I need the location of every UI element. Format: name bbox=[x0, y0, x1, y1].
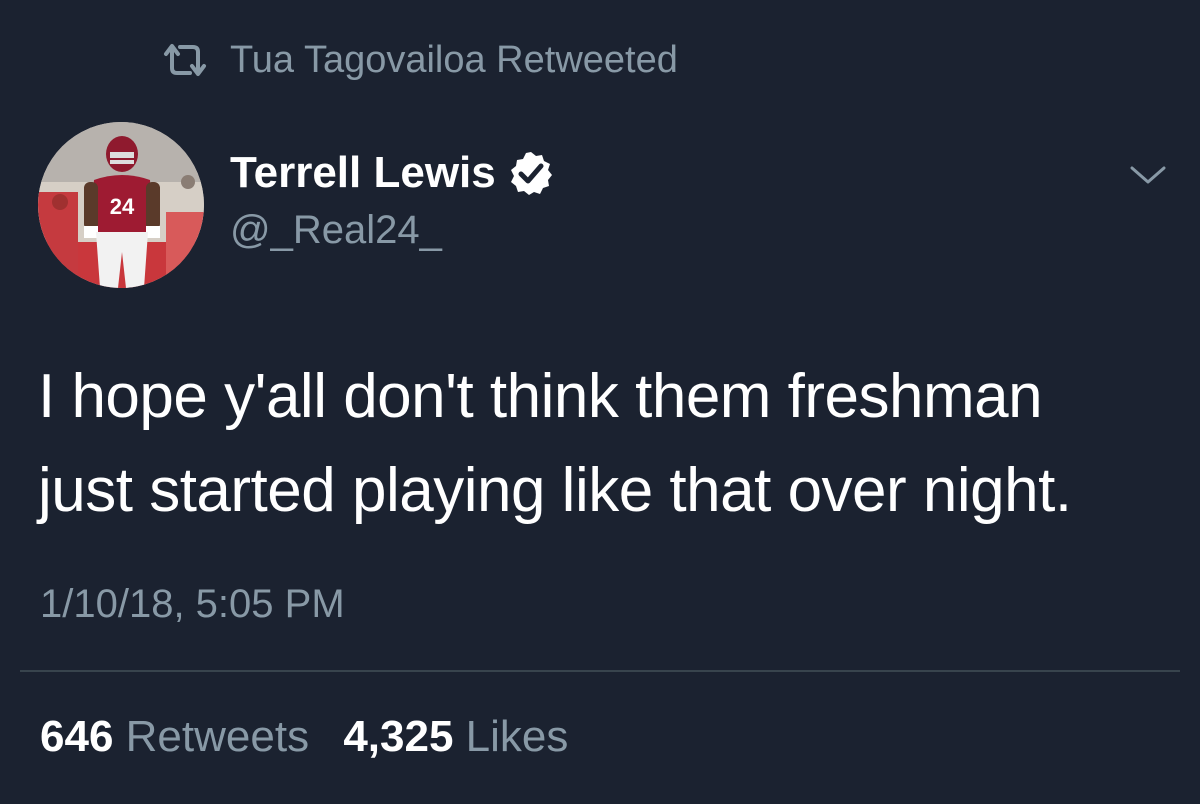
retweet-icon bbox=[164, 44, 206, 76]
avatar-image: 24 bbox=[38, 122, 204, 288]
avatar[interactable]: 24 bbox=[38, 122, 204, 288]
author-handle[interactable]: @_Real24_ bbox=[230, 208, 442, 253]
tweet-stats: 646 Retweets 4,325 Likes bbox=[40, 712, 590, 762]
tweet-text: I hope y'all don't think them freshman j… bbox=[38, 350, 1168, 538]
retweets-stat[interactable]: 646 Retweets bbox=[40, 712, 309, 762]
retweet-header[interactable]: Tua Tagovailoa Retweeted bbox=[160, 36, 678, 84]
chevron-down-icon[interactable] bbox=[1126, 160, 1170, 190]
retweets-label: Retweets bbox=[125, 712, 310, 761]
likes-label: Likes bbox=[465, 712, 569, 761]
likes-count: 4,325 bbox=[343, 712, 454, 761]
retweet-header-text: Tua Tagovailoa Retweeted bbox=[230, 38, 678, 81]
avatar-jersey-number: 24 bbox=[110, 194, 135, 219]
author-name[interactable]: Terrell Lewis bbox=[230, 148, 554, 198]
tweet-timestamp[interactable]: 1/10/18, 5:05 PM bbox=[40, 582, 345, 627]
tweet-text-line: just started playing like that over nigh… bbox=[38, 456, 1072, 525]
divider bbox=[20, 670, 1180, 672]
tweet-text-line: I hope y'all don't think them freshman bbox=[38, 362, 1043, 431]
retweets-count: 646 bbox=[40, 712, 114, 761]
author-name-text: Terrell Lewis bbox=[230, 148, 496, 197]
verified-badge-icon bbox=[510, 152, 552, 195]
likes-stat[interactable]: 4,325 Likes bbox=[343, 712, 568, 762]
